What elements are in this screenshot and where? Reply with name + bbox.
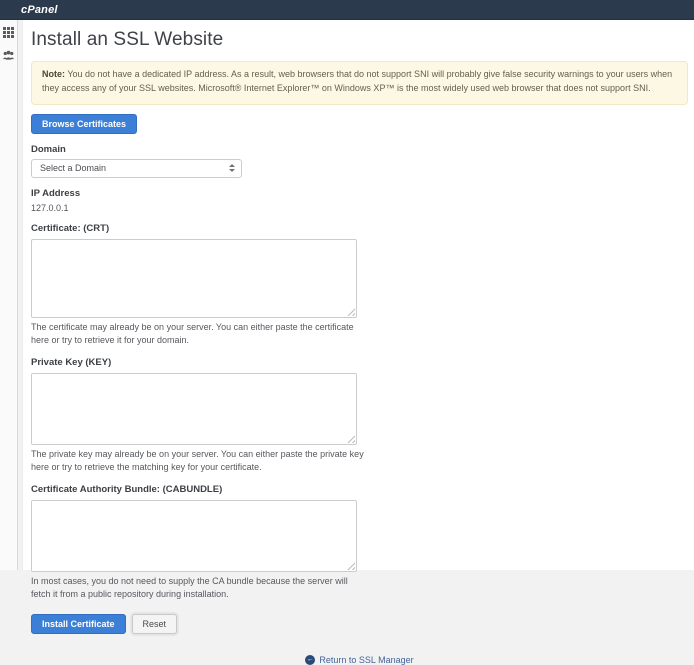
browse-certificates-button[interactable]: Browse Certificates: [31, 114, 137, 134]
ip-address-label: IP Address: [31, 188, 688, 199]
certificate-help: The certificate may already be on your s…: [31, 321, 365, 347]
ca-bundle-label: Certificate Authority Bundle: (CABUNDLE): [31, 484, 688, 495]
page-title: Install an SSL Website: [31, 29, 688, 51]
return-link-label: Return to SSL Manager: [319, 655, 413, 665]
install-certificate-button[interactable]: Install Certificate: [31, 614, 126, 634]
user-group-icon[interactable]: [2, 50, 15, 61]
ca-bundle-textarea[interactable]: [31, 500, 357, 572]
certificate-textarea[interactable]: [31, 239, 357, 318]
sidebar: [0, 20, 18, 570]
domain-label: Domain: [31, 144, 688, 155]
main-content: Install an SSL Website Note: You do not …: [22, 20, 694, 570]
grid-icon[interactable]: [3, 27, 14, 38]
cpanel-logo[interactable]: cPanel: [21, 4, 58, 16]
reset-button[interactable]: Reset: [132, 614, 178, 634]
domain-select[interactable]: Select a Domain: [31, 159, 242, 178]
private-key-label: Private Key (KEY): [31, 357, 688, 368]
domain-select-value: Select a Domain: [40, 163, 106, 173]
ca-bundle-help: In most cases, you do not need to supply…: [31, 575, 365, 601]
certificate-label: Certificate: (CRT): [31, 223, 688, 234]
return-to-ssl-manager-link[interactable]: ← Return to SSL Manager: [305, 655, 413, 665]
note-alert: Note: You do not have a dedicated IP add…: [31, 61, 688, 105]
return-arrow-icon: ←: [305, 655, 315, 665]
note-text: You do not have a dedicated IP address. …: [42, 69, 672, 93]
private-key-help: The private key may already be on your s…: [31, 448, 365, 474]
stepper-icon: [229, 164, 235, 172]
top-navbar: cPanel: [0, 0, 694, 20]
private-key-textarea[interactable]: [31, 373, 357, 445]
note-label: Note:: [42, 69, 65, 79]
ip-address-value: 127.0.0.1: [31, 203, 688, 213]
